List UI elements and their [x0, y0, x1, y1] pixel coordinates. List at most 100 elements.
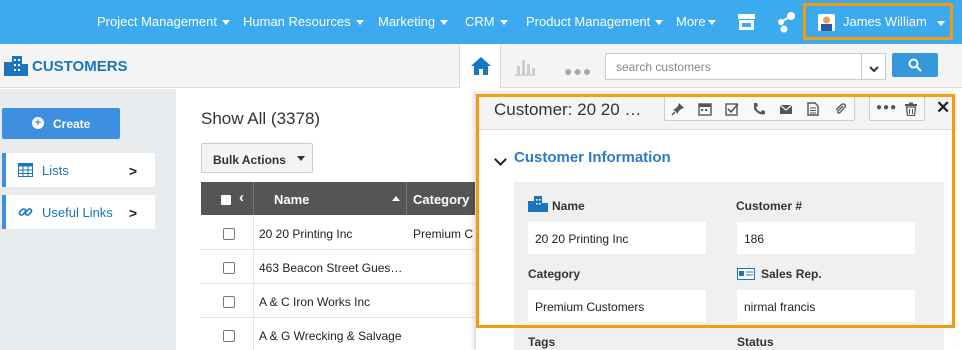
- field-value-customer-number[interactable]: 186: [737, 222, 915, 254]
- pin-icon[interactable]: [671, 102, 685, 116]
- attachment-icon[interactable]: [833, 102, 847, 116]
- close-icon[interactable]: ✕: [936, 98, 950, 118]
- nav-product-management[interactable]: Product Management: [526, 14, 664, 29]
- chart-icon[interactable]: [514, 56, 536, 76]
- search-dropdown[interactable]: [862, 53, 886, 80]
- row-name[interactable]: 20 20 Printing Inc: [259, 227, 407, 241]
- more-dots-icon[interactable]: ●●●: [564, 63, 592, 79]
- chevron-down-icon[interactable]: [494, 153, 507, 166]
- row-checkbox[interactable]: [223, 296, 235, 308]
- phone-icon[interactable]: [752, 102, 766, 116]
- nav-crm[interactable]: CRM: [465, 14, 508, 29]
- field-label-customer-number: Customer #: [736, 199, 803, 213]
- nav-label: Marketing: [378, 14, 436, 29]
- bulk-actions-label: Bulk Actions: [213, 153, 286, 167]
- chevron-left-icon[interactable]: ‹: [239, 189, 244, 206]
- create-button[interactable]: + Create: [2, 108, 120, 139]
- field-label-category: Category: [528, 267, 581, 281]
- list-count-title: Show All (3378): [201, 109, 321, 128]
- user-name: James William: [843, 14, 927, 29]
- row-name[interactable]: A & G Wrecking & Salvage: [259, 329, 407, 343]
- table-header: ‹ Name Category: [201, 182, 481, 215]
- column-divider: [253, 216, 254, 250]
- avatar: [818, 14, 835, 31]
- app-root: Project Management Human Resources Marke…: [0, 0, 962, 350]
- select-all-checkbox[interactable]: [221, 195, 231, 205]
- home-icon: [471, 57, 491, 75]
- field-value-text: nirmal francis: [744, 300, 816, 314]
- share-icon[interactable]: [776, 11, 796, 33]
- document-icon[interactable]: [806, 102, 820, 116]
- row-category: Premium C: [413, 227, 474, 241]
- trash-icon[interactable]: [904, 102, 918, 116]
- nav-label: Human Resources: [243, 14, 351, 29]
- row-checkbox[interactable]: [223, 330, 235, 342]
- field-value-sales-rep[interactable]: nirmal francis: [737, 290, 915, 322]
- chevron-down-icon: [869, 66, 879, 72]
- sub-header: CUSTOMERS ●●●: [0, 44, 962, 88]
- sidebar-item-useful-links[interactable]: Useful Links >: [2, 195, 155, 229]
- id-card-icon: [737, 268, 755, 280]
- store-icon[interactable]: [737, 13, 756, 31]
- nav-project-management[interactable]: Project Management: [97, 14, 230, 29]
- sidebar-item-lists[interactable]: Lists >: [2, 153, 155, 187]
- customer-list: Show All (3378) Bulk Actions ‹ Name Cate…: [176, 89, 481, 350]
- plus-circle-icon: +: [32, 117, 44, 129]
- panel-title: Customer: 20 20 …: [494, 100, 642, 119]
- column-divider: [253, 182, 254, 215]
- home-button[interactable]: [459, 44, 501, 88]
- field-value-name[interactable]: 20 20 Printing Inc: [528, 222, 706, 254]
- nav-more[interactable]: More: [676, 14, 716, 29]
- field-label-name: Name: [552, 199, 585, 213]
- column-header-name[interactable]: Name: [274, 192, 309, 207]
- section-title-customer-information[interactable]: Customer Information: [514, 149, 671, 166]
- table-row[interactable]: A & G Wrecking & Salvage: [201, 318, 481, 350]
- nav-marketing[interactable]: Marketing: [378, 14, 449, 29]
- row-name[interactable]: A & C Iron Works Inc: [259, 295, 407, 309]
- record-toolbar: [664, 96, 855, 121]
- caret-down-icon: [937, 21, 945, 26]
- nav-label: More: [676, 14, 706, 29]
- caret-down-icon: [707, 20, 716, 26]
- table-icon: [18, 163, 33, 177]
- search-button[interactable]: [892, 53, 938, 77]
- field-value-text: 20 20 Printing Inc: [535, 232, 629, 246]
- create-label: Create: [53, 117, 91, 131]
- search-input[interactable]: [606, 54, 861, 79]
- task-checkbox-icon[interactable]: [725, 102, 739, 116]
- building-icon: [4, 56, 28, 76]
- table-row[interactable]: A & C Iron Works Inc: [201, 284, 481, 318]
- nav-human-resources[interactable]: Human Resources: [243, 14, 364, 29]
- customer-detail-panel: Customer: 20 20 … ●●● ✕ Customer Informa…: [475, 92, 957, 350]
- field-label-status: Status: [737, 335, 774, 349]
- column-divider: [253, 318, 254, 350]
- field-value-category[interactable]: Premium Customers: [528, 290, 706, 322]
- nav-label: CRM: [465, 14, 495, 29]
- column-divider: [253, 250, 254, 284]
- email-icon[interactable]: [779, 102, 793, 116]
- table-row[interactable]: 463 Beacon Street Gues…: [201, 250, 481, 284]
- table-row[interactable]: 20 20 Printing Inc Premium C: [201, 216, 481, 250]
- row-name[interactable]: 463 Beacon Street Gues…: [259, 261, 407, 275]
- caret-down-icon: [221, 20, 230, 26]
- field-label-sales-rep: Sales Rep.: [761, 267, 822, 281]
- panel-header: Customer: 20 20 … ●●● ✕: [476, 92, 957, 130]
- sort-asc-icon[interactable]: [392, 196, 400, 201]
- top-nav: Project Management Human Resources Marke…: [0, 0, 962, 44]
- left-sidebar: + Create Lists > Useful Links >: [0, 89, 176, 350]
- building-icon: [528, 196, 548, 212]
- calendar-icon[interactable]: [698, 102, 712, 116]
- customer-info-section: Name Customer # 20 20 Printing Inc 186 C…: [514, 182, 944, 350]
- search-icon: [908, 58, 922, 72]
- column-divider: [253, 284, 254, 318]
- page-title: CUSTOMERS: [32, 58, 128, 75]
- chevron-right-icon: >: [128, 205, 137, 221]
- column-header-category[interactable]: Category: [413, 192, 469, 207]
- user-menu[interactable]: James William: [803, 3, 953, 40]
- more-actions-icon[interactable]: ●●●: [876, 102, 897, 113]
- row-checkbox[interactable]: [223, 228, 235, 240]
- bulk-actions-button[interactable]: Bulk Actions: [201, 143, 313, 173]
- chevron-right-icon: >: [128, 163, 137, 179]
- nav-label: Product Management: [526, 14, 651, 29]
- row-checkbox[interactable]: [223, 262, 235, 274]
